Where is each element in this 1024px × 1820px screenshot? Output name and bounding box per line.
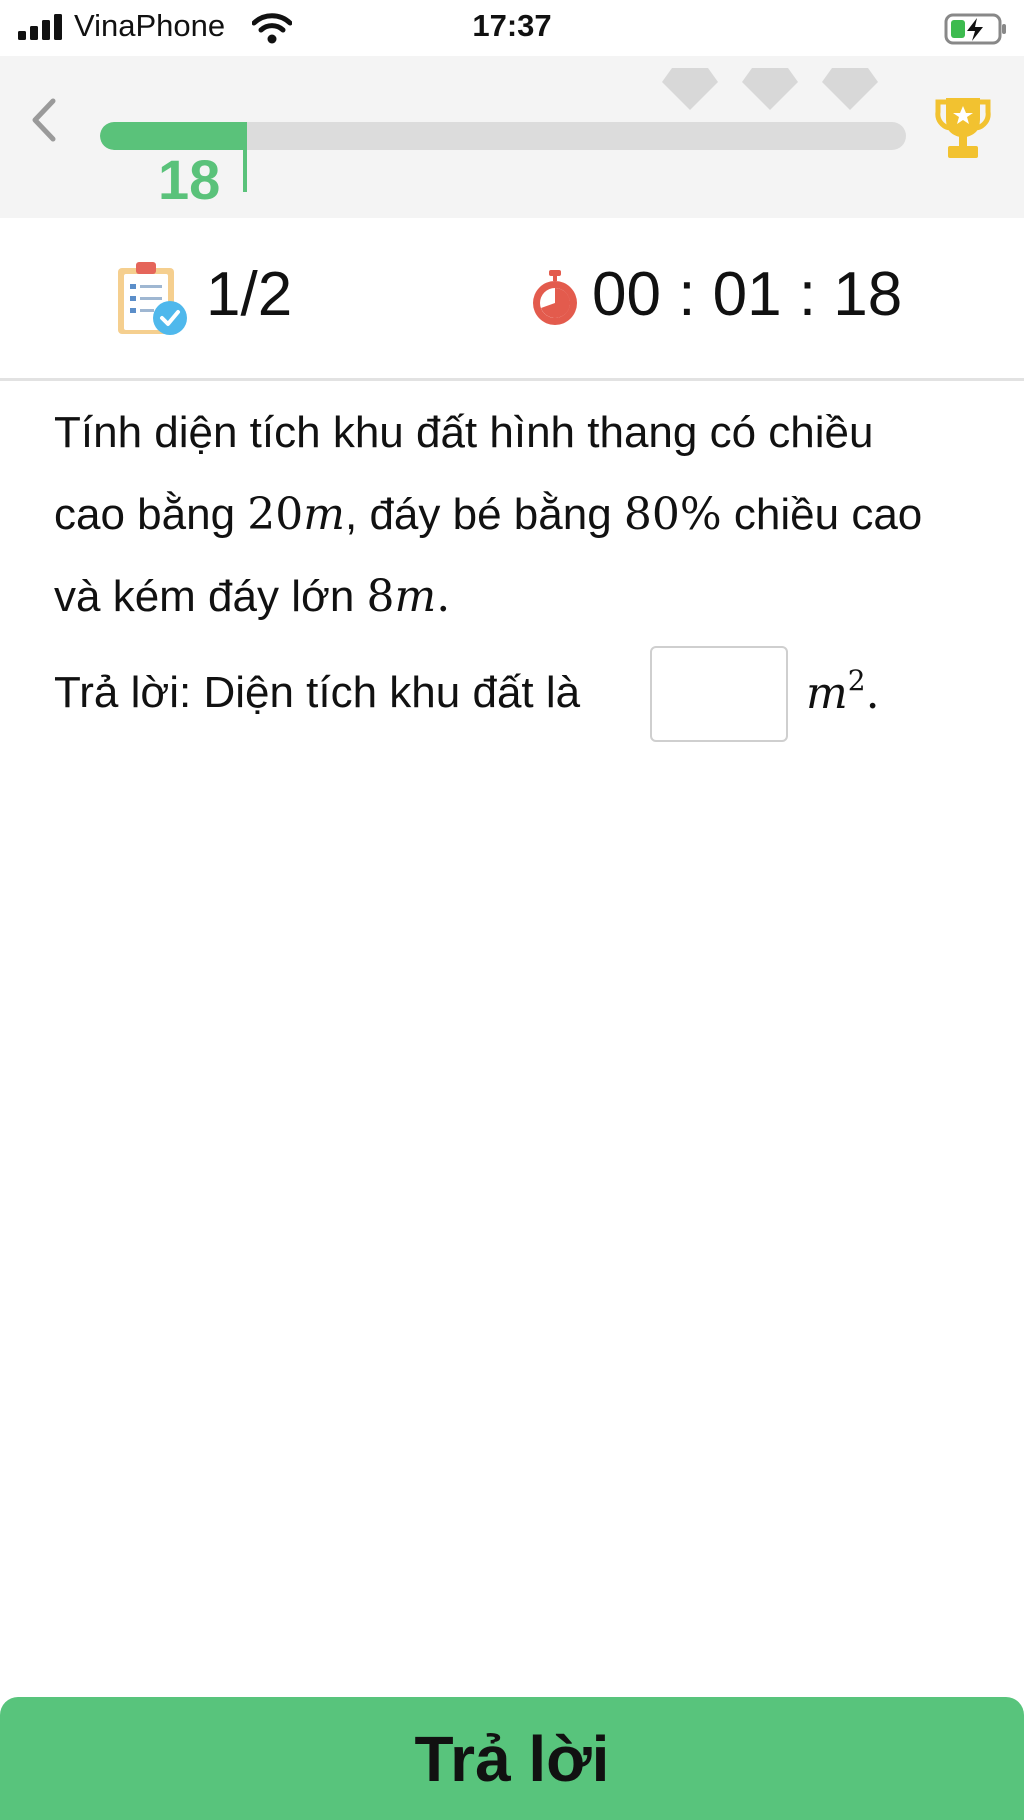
math-variable: m bbox=[394, 571, 437, 622]
progress-value: 18 bbox=[158, 148, 221, 211]
question-text-part: và kém đáy lớn bbox=[54, 572, 367, 621]
unit-period: . bbox=[865, 668, 880, 719]
diamond-icon bbox=[662, 68, 718, 110]
math-variable: m bbox=[303, 489, 346, 540]
math-number: 20 bbox=[247, 489, 304, 540]
progress-marker bbox=[243, 122, 247, 192]
quiz-stats: 1/2 00 : 01 : 18 bbox=[0, 218, 1024, 380]
question-line-1: Tính diện tích khu đất hình thang có chi… bbox=[54, 408, 874, 457]
answer-label: Trả lời: Diện tích khu đất là bbox=[54, 668, 581, 717]
progress-header: 18 bbox=[0, 56, 1024, 218]
progress-fill bbox=[100, 122, 245, 150]
stopwatch-icon bbox=[533, 270, 577, 325]
section-divider bbox=[0, 378, 1024, 381]
status-clock: 17:37 bbox=[472, 8, 552, 43]
unit-exponent: 2 bbox=[847, 664, 866, 697]
math-number: 8 bbox=[366, 571, 395, 622]
diamond-icon bbox=[742, 68, 798, 110]
progress-bar bbox=[100, 122, 906, 150]
question-counter: 1/2 bbox=[206, 260, 293, 329]
question-text: Tính diện tích khu đất hình thang có chi… bbox=[54, 392, 994, 638]
math-percent: 80% bbox=[623, 489, 722, 540]
chevron-left-icon bbox=[32, 98, 56, 142]
question-line: cao bằng 20m, đáy bé bằng 80% chiều cao bbox=[54, 474, 994, 556]
answer-input[interactable] bbox=[650, 646, 788, 742]
back-button[interactable] bbox=[22, 88, 66, 152]
unit-variable: m bbox=[806, 668, 848, 719]
question-text-part: , đáy bé bằng bbox=[345, 490, 624, 539]
question-line: Tính diện tích khu đất hình thang có chi… bbox=[54, 392, 994, 474]
trophy-icon bbox=[935, 98, 991, 158]
question-text-part: chiều cao bbox=[721, 490, 923, 539]
answer-unit: m2. bbox=[806, 667, 880, 720]
question-line: và kém đáy lớn 8m. bbox=[54, 556, 994, 638]
status-bar: VinaPhone 17:37 bbox=[0, 0, 1024, 56]
quiz-clipboard-icon bbox=[118, 262, 187, 335]
gem-rewards bbox=[660, 66, 900, 116]
timer-display: 00 : 01 : 18 bbox=[592, 260, 903, 329]
question-text-part: cao bằng bbox=[54, 490, 248, 539]
answer-row: Trả lời: Diện tích khu đất là m2. bbox=[54, 646, 994, 742]
battery-charging-icon bbox=[944, 13, 1006, 45]
diamond-icon bbox=[822, 68, 878, 110]
submit-answer-button[interactable]: Trả lời bbox=[0, 1697, 1024, 1820]
math-period: . bbox=[436, 571, 451, 622]
